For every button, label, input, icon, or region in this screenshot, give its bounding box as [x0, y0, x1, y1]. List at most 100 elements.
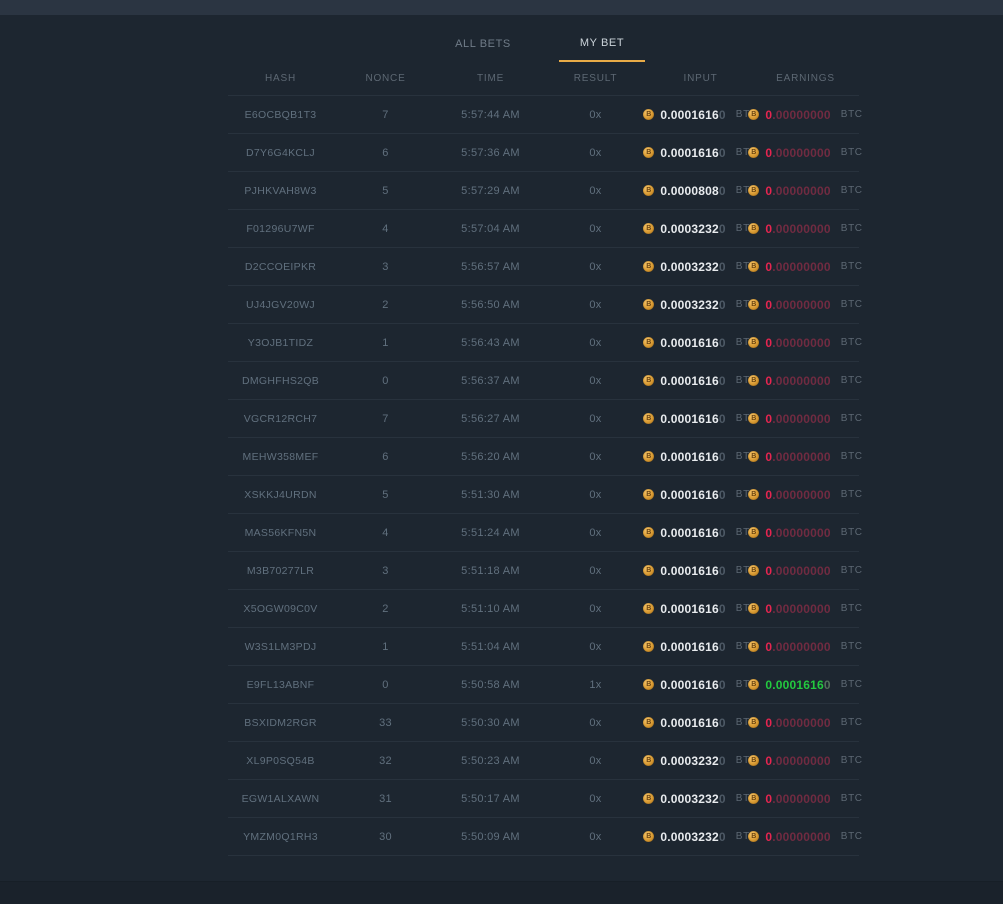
- bet-input-amount: 0.00016160: [660, 108, 725, 122]
- bet-input: 0.00032320 BTC: [648, 260, 753, 274]
- currency-label: BTC: [841, 527, 863, 538]
- bet-hash: E9FL13ABNF: [228, 679, 333, 691]
- bet-input: 0.00016160 BTC: [648, 526, 753, 540]
- btc-coin-icon: [643, 755, 654, 766]
- table-row: XSKKJ4URDN 5 5:51:30 AM 0x 0.00016160 BT…: [228, 475, 859, 513]
- btc-coin-icon: [643, 451, 654, 462]
- bet-earnings-amount: 0.00000000: [765, 146, 830, 160]
- bet-result: 0x: [543, 185, 648, 197]
- bet-hash: F01296U7WF: [228, 223, 333, 235]
- bet-earnings-amount: 0.00000000: [765, 716, 830, 730]
- bet-time: 5:51:10 AM: [438, 603, 543, 615]
- bet-time: 5:51:18 AM: [438, 565, 543, 577]
- btc-coin-icon: [643, 641, 654, 652]
- bet-earnings: 0.00000000 BTC: [753, 830, 858, 844]
- bet-input-amount: 0.00032320: [660, 260, 725, 274]
- table-row: DMGHFHS2QB 0 5:56:37 AM 0x 0.00016160 BT…: [228, 361, 859, 399]
- bet-input-amount: 0.00016160: [660, 602, 725, 616]
- currency-label: BTC: [841, 261, 863, 272]
- bet-input-amount: 0.00032320: [660, 222, 725, 236]
- bet-result: 0x: [543, 641, 648, 653]
- bet-earnings-amount: 0.00000000: [765, 830, 830, 844]
- bet-time: 5:56:37 AM: [438, 375, 543, 387]
- btc-coin-icon: [748, 831, 759, 842]
- btc-coin-icon: [643, 489, 654, 500]
- bet-result: 0x: [543, 489, 648, 501]
- bet-nonce: 7: [333, 413, 438, 425]
- bet-earnings-amount: 0.00000000: [765, 450, 830, 464]
- btc-coin-icon: [748, 717, 759, 728]
- bet-input-amount: 0.00032320: [660, 754, 725, 768]
- bet-time: 5:56:57 AM: [438, 261, 543, 273]
- btc-coin-icon: [643, 793, 654, 804]
- bet-nonce: 5: [333, 185, 438, 197]
- bet-earnings: 0.00000000 BTC: [753, 450, 858, 464]
- currency-label: BTC: [841, 641, 863, 652]
- bet-nonce: 4: [333, 527, 438, 539]
- currency-label: BTC: [841, 185, 863, 196]
- table-row: D2CCOEIPKR 3 5:56:57 AM 0x 0.00032320 BT…: [228, 247, 859, 285]
- bet-input: 0.00016160 BTC: [648, 640, 753, 654]
- bet-hash: D2CCOEIPKR: [228, 261, 333, 273]
- bet-nonce: 1: [333, 641, 438, 653]
- bet-earnings-amount: 0.00000000: [765, 754, 830, 768]
- bet-result: 0x: [543, 109, 648, 121]
- currency-label: BTC: [841, 755, 863, 766]
- bet-earnings-amount: 0.00016160: [765, 678, 830, 692]
- bet-time: 5:57:04 AM: [438, 223, 543, 235]
- bet-hash: E6OCBQB1T3: [228, 109, 333, 121]
- bet-history-page: { "tabs": [ {"label": "ALL BETS", "activ…: [0, 0, 1003, 904]
- column-header-result: RESULT: [543, 73, 648, 84]
- table-row: F01296U7WF 4 5:57:04 AM 0x 0.00032320 BT…: [228, 209, 859, 247]
- bet-input-amount: 0.00016160: [660, 488, 725, 502]
- bet-time: 5:56:20 AM: [438, 451, 543, 463]
- bet-input-amount: 0.00016160: [660, 678, 725, 692]
- bet-result: 0x: [543, 603, 648, 615]
- table-row: MEHW358MEF 6 5:56:20 AM 0x 0.00016160 BT…: [228, 437, 859, 475]
- bet-result: 0x: [543, 451, 648, 463]
- bet-earnings-amount: 0.00000000: [765, 336, 830, 350]
- table-row: EGW1ALXAWN 31 5:50:17 AM 0x 0.00032320 B…: [228, 779, 859, 817]
- top-bar: [0, 0, 1003, 15]
- btc-coin-icon: [748, 565, 759, 576]
- bet-earnings: 0.00000000 BTC: [753, 526, 858, 540]
- tab-my-bet[interactable]: MY BET: [559, 25, 645, 62]
- bet-time: 5:50:17 AM: [438, 793, 543, 805]
- bet-result: 0x: [543, 755, 648, 767]
- currency-label: BTC: [841, 489, 863, 500]
- bet-earnings: 0.00000000 BTC: [753, 184, 858, 198]
- bet-nonce: 30: [333, 831, 438, 843]
- bet-earnings: 0.00000000 BTC: [753, 412, 858, 426]
- bet-input: 0.00016160 BTC: [648, 564, 753, 578]
- bet-nonce: 2: [333, 603, 438, 615]
- bet-earnings-amount: 0.00000000: [765, 412, 830, 426]
- btc-coin-icon: [643, 261, 654, 272]
- btc-coin-icon: [748, 375, 759, 386]
- bet-earnings-amount: 0.00000000: [765, 374, 830, 388]
- bet-nonce: 5: [333, 489, 438, 501]
- bet-result: 0x: [543, 375, 648, 387]
- bet-input-amount: 0.00032320: [660, 830, 725, 844]
- bet-earnings: 0.00000000 BTC: [753, 222, 858, 236]
- bet-hash: VGCR12RCH7: [228, 413, 333, 425]
- bet-earnings-amount: 0.00000000: [765, 298, 830, 312]
- bet-input: 0.00016160 BTC: [648, 374, 753, 388]
- bet-hash: DMGHFHS2QB: [228, 375, 333, 387]
- bet-time: 5:51:30 AM: [438, 489, 543, 501]
- btc-coin-icon: [748, 603, 759, 614]
- bets-tabs: ALL BETS MY BET: [228, 15, 859, 62]
- table-row: YMZM0Q1RH3 30 5:50:09 AM 0x 0.00032320 B…: [228, 817, 859, 856]
- bet-input-amount: 0.00016160: [660, 716, 725, 730]
- currency-label: BTC: [841, 413, 863, 424]
- tab-all-bets[interactable]: ALL BETS: [440, 25, 526, 62]
- bet-time: 5:51:24 AM: [438, 527, 543, 539]
- bet-earnings: 0.00000000 BTC: [753, 754, 858, 768]
- bet-result: 0x: [543, 261, 648, 273]
- btc-coin-icon: [643, 299, 654, 310]
- bet-input: 0.00016160 BTC: [648, 336, 753, 350]
- bet-earnings: 0.00000000 BTC: [753, 564, 858, 578]
- bet-earnings-amount: 0.00000000: [765, 488, 830, 502]
- bet-input-amount: 0.00032320: [660, 298, 725, 312]
- bet-hash: EGW1ALXAWN: [228, 793, 333, 805]
- bet-input-amount: 0.00016160: [660, 146, 725, 160]
